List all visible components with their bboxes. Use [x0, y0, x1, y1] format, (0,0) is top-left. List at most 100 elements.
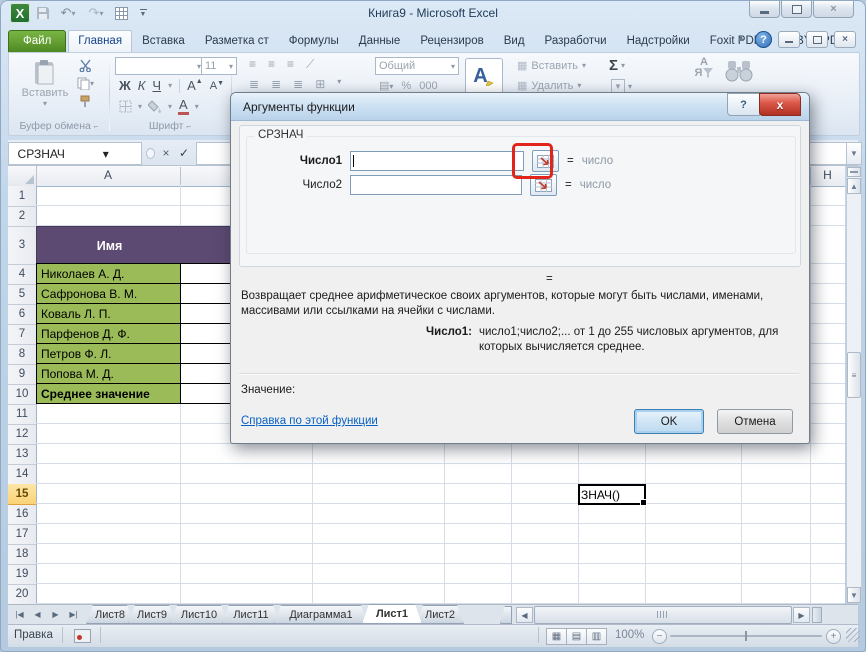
name-box[interactable]: СРЗНАЧ ▾ — [8, 142, 142, 165]
fill-button[interactable]: ▼▾ — [611, 79, 632, 93]
row-header-4[interactable]: 4 — [8, 264, 36, 285]
row-header-8[interactable]: 8 — [8, 344, 36, 365]
sheet-tab-Лист10[interactable]: Лист10 — [170, 605, 228, 624]
page-break-view-button[interactable]: ▥ — [586, 628, 607, 645]
minimize-workbook-button[interactable] — [778, 31, 800, 48]
row-header-12[interactable]: 12 — [8, 424, 36, 445]
undo-button[interactable]: ↶▾ — [56, 4, 80, 22]
arg1-input[interactable] — [350, 151, 524, 171]
vertical-scroll-thumb[interactable]: ≡ — [847, 352, 861, 398]
resize-grip[interactable] — [846, 628, 860, 642]
horizontal-scroll-thumb[interactable] — [534, 606, 792, 624]
macro-record-icon[interactable] — [74, 629, 91, 643]
qat-customize-button[interactable]: ▼ — [134, 4, 152, 22]
tab-view[interactable]: Вид — [494, 30, 535, 53]
arg2-input[interactable] — [350, 175, 522, 195]
sheet-tab-Лист2[interactable]: Лист2 — [416, 605, 464, 624]
dialog-close-button[interactable]: x — [759, 93, 801, 116]
restore-workbook-button[interactable] — [806, 31, 828, 48]
close-workbook-button[interactable]: × — [834, 31, 856, 48]
row-header-14[interactable]: 14 — [8, 464, 36, 485]
help-button[interactable]: ? — [755, 31, 772, 48]
minimize-ribbon-button[interactable]: ▲ — [733, 33, 749, 47]
sort-filter-button[interactable]: А Я — [687, 57, 721, 79]
row-header-13[interactable]: 13 — [8, 444, 36, 465]
insert-cells-button[interactable]: ▦Вставить▾ — [517, 59, 586, 72]
ok-button[interactable]: OK — [634, 409, 704, 434]
styles-button[interactable]: А — [465, 58, 503, 94]
tab-home[interactable]: Главная — [68, 30, 132, 53]
restore-window-button[interactable] — [781, 1, 812, 18]
row-header-6[interactable]: 6 — [8, 304, 36, 325]
table-tool-button[interactable] — [112, 4, 130, 22]
normal-view-button[interactable]: ▦ — [546, 628, 567, 645]
select-all-corner[interactable] — [8, 166, 37, 187]
row-header-19[interactable]: 19 — [8, 564, 36, 585]
percent-button[interactable]: % — [401, 80, 411, 92]
row-header-3[interactable]: 3 — [8, 226, 36, 265]
last-sheet-button[interactable]: ▶| — [66, 607, 81, 622]
thousands-button[interactable]: 000 — [419, 80, 437, 92]
row-header-20[interactable]: 20 — [8, 584, 36, 605]
row-header-2[interactable]: 2 — [8, 206, 36, 227]
save-button[interactable] — [34, 4, 52, 22]
next-sheet-button[interactable]: ▶ — [48, 607, 63, 622]
find-select-button[interactable] — [725, 59, 753, 85]
scroll-down-button[interactable]: ▼ — [847, 587, 861, 603]
scroll-up-button[interactable]: ▲ — [847, 178, 861, 194]
zoom-in-button[interactable]: + — [826, 629, 841, 644]
tab-developer[interactable]: Разработчи — [535, 30, 617, 53]
tab-addins[interactable]: Надстройки — [617, 30, 700, 53]
column-header-A[interactable]: A — [36, 168, 180, 185]
row-header-7[interactable]: 7 — [8, 324, 36, 345]
row-header-16[interactable]: 16 — [8, 504, 36, 525]
prev-sheet-button[interactable]: ◀ — [30, 607, 45, 622]
sheet-tab-Лист9[interactable]: Лист9 — [128, 605, 176, 624]
row-header-15[interactable]: 15 — [8, 484, 36, 505]
expand-formula-bar-button[interactable]: ▼ — [846, 142, 862, 165]
tab-data[interactable]: Данные — [349, 30, 411, 53]
tab-file[interactable]: Файл — [8, 30, 66, 53]
zoom-out-button[interactable]: − — [652, 629, 667, 644]
hscroll-left-button[interactable]: ◀ — [516, 607, 533, 623]
close-window-button[interactable]: × — [813, 1, 854, 18]
zoom-slider-handle[interactable] — [745, 631, 747, 641]
number-format-select[interactable]: Общий▾ — [375, 57, 459, 75]
dialog-title-bar[interactable]: Аргументы функции — [231, 93, 809, 121]
row-header-1[interactable]: 1 — [8, 186, 36, 207]
tab-formulas[interactable]: Формулы — [279, 30, 349, 53]
redo-button[interactable]: ↷▾ — [84, 4, 108, 22]
tab-insert[interactable]: Вставка — [132, 30, 195, 53]
sheet-tab-Лист8[interactable]: Лист8 — [86, 605, 134, 624]
name-cell[interactable]: Парфенов Д. Ф. — [36, 323, 181, 344]
cancel-entry-button[interactable]: × — [158, 144, 174, 161]
dialog-help-button[interactable]: ? — [727, 93, 760, 116]
row-header-18[interactable]: 18 — [8, 544, 36, 565]
sheet-tab-Диаграмма1[interactable]: Диаграмма1 — [274, 605, 368, 624]
namebox-splitter[interactable] — [146, 148, 155, 159]
name-cell[interactable]: Николаев А. Д. — [36, 263, 181, 284]
align-top-buttons[interactable]: ≡≡≡⟋ — [249, 57, 314, 72]
name-cell[interactable]: Коваль Л. П. — [36, 303, 181, 324]
align-buttons[interactable]: ≣≣≣⊞▾ — [249, 77, 341, 91]
active-cell[interactable]: ЗНАЧ() — [578, 484, 646, 505]
row-header-10[interactable]: 10 — [8, 384, 36, 405]
summary-cell[interactable]: Среднее значение — [36, 383, 181, 404]
first-sheet-button[interactable]: |◀ — [12, 607, 27, 622]
sheet-tab-Лист1[interactable]: Лист1 — [362, 604, 422, 624]
column-header-H[interactable]: H — [810, 168, 845, 185]
currency-button[interactable]: ▤▾ — [379, 79, 393, 92]
row-header-9[interactable]: 9 — [8, 364, 36, 385]
row-header-5[interactable]: 5 — [8, 284, 36, 305]
split-handle[interactable] — [847, 167, 861, 177]
cancel-button[interactable]: Отмена — [717, 409, 793, 434]
tab-split-handle[interactable] — [812, 607, 822, 623]
hscroll-right-button[interactable]: ▶ — [793, 607, 810, 623]
tab-page-layout[interactable]: Разметка ст — [195, 30, 279, 53]
enter-entry-button[interactable]: ✓ — [176, 144, 192, 161]
page-layout-view-button[interactable]: ▤ — [566, 628, 587, 645]
name-cell[interactable]: Петров Ф. Л. — [36, 343, 181, 364]
name-cell[interactable]: Попова М. Д. — [36, 363, 181, 384]
function-help-link[interactable]: Справка по этой функции — [241, 415, 378, 427]
row-header-11[interactable]: 11 — [8, 404, 36, 425]
